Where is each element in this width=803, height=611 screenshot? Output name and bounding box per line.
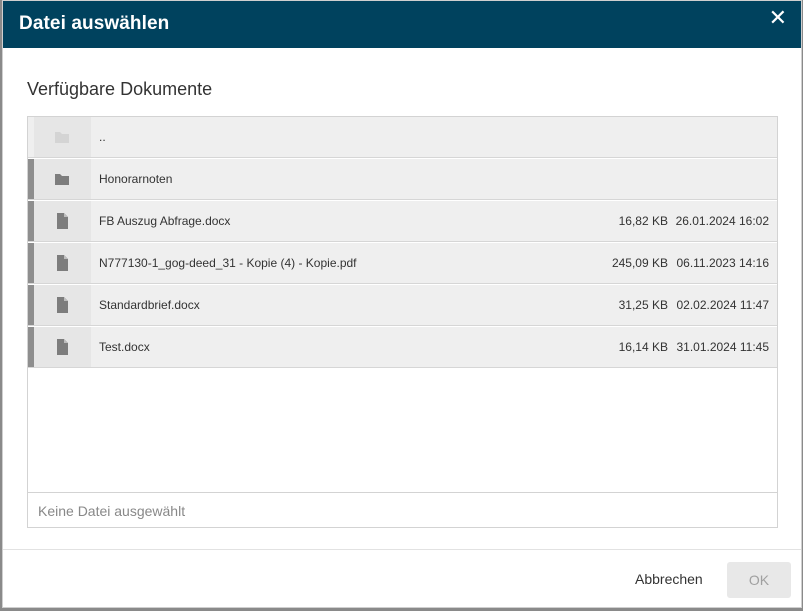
file-list: .. Honorarnoten FB Auszug Abfrage.docx 1… (27, 116, 778, 493)
folder-icon (55, 132, 69, 143)
row-icon-cell (34, 201, 91, 241)
file-icon (57, 297, 68, 313)
file-date: 31.01.2024 11:45 (676, 340, 769, 354)
file-size: 16,14 KB (618, 340, 668, 354)
footer-divider (3, 549, 801, 550)
list-item-folder[interactable]: Honorarnoten (28, 159, 777, 200)
file-date: 02.02.2024 11:47 (676, 298, 769, 312)
file-size: 31,25 KB (618, 298, 668, 312)
file-size: 16,82 KB (618, 214, 668, 228)
dialog-title: Datei auswählen (19, 13, 170, 34)
row-icon-cell (34, 117, 91, 157)
file-name: .. (99, 130, 106, 144)
list-item-file[interactable]: N777130-1_gog-deed_31 - Kopie (4) - Kopi… (28, 243, 777, 284)
file-size: 245,09 KB (611, 256, 668, 270)
list-item-file[interactable]: Test.docx 16,14 KB 31.01.2024 11:45 (28, 327, 777, 368)
file-date: 06.11.2023 14:16 (676, 256, 769, 270)
file-icon (57, 339, 68, 355)
file-name: Honorarnoten (99, 172, 173, 186)
selected-file-placeholder: Keine Datei ausgewählt (38, 503, 186, 519)
file-name: Standardbrief.docx (99, 298, 200, 312)
close-icon[interactable]: ✕ (769, 7, 787, 29)
section-title: Verfügbare Dokumente (27, 79, 213, 99)
file-icon (57, 255, 68, 271)
ok-button[interactable]: OK (727, 562, 791, 598)
row-icon-cell (34, 243, 91, 283)
cancel-button[interactable]: Abbrechen (635, 571, 703, 587)
dialog-titlebar: Datei auswählen ✕ (3, 1, 801, 48)
file-icon (57, 213, 68, 229)
list-item-parent-folder[interactable]: .. (28, 117, 777, 158)
file-date: 26.01.2024 16:02 (675, 214, 769, 228)
list-item-file[interactable]: Standardbrief.docx 31,25 KB 02.02.2024 1… (28, 285, 777, 326)
folder-icon (55, 174, 69, 185)
row-icon-cell (34, 159, 91, 199)
selected-file-field: Keine Datei ausgewählt (27, 492, 778, 528)
file-name: N777130-1_gog-deed_31 - Kopie (4) - Kopi… (99, 256, 357, 270)
file-name: Test.docx (99, 340, 150, 354)
list-item-file[interactable]: FB Auszug Abfrage.docx 16,82 KB 26.01.20… (28, 201, 777, 242)
row-icon-cell (34, 285, 91, 325)
file-select-dialog: Datei auswählen ✕ Verfügbare Dokumente .… (2, 0, 802, 608)
file-name: FB Auszug Abfrage.docx (99, 214, 231, 228)
row-icon-cell (34, 327, 91, 367)
